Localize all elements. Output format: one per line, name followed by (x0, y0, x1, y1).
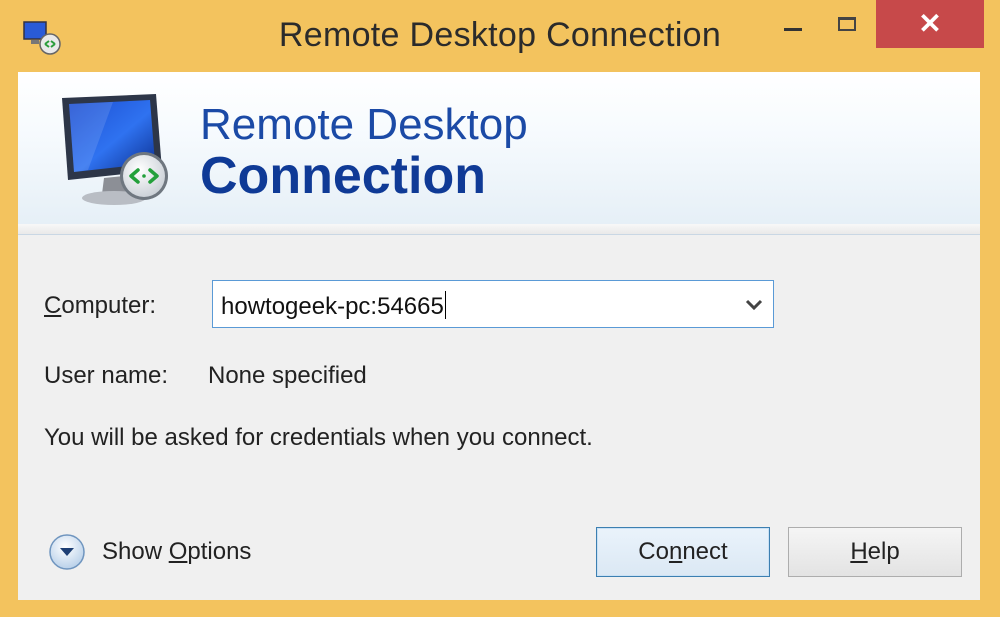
banner-title-line2: Connection (200, 147, 486, 205)
username-value: None specified (208, 362, 367, 389)
monitor-connection-icon (62, 94, 168, 205)
text-caret (444, 291, 446, 319)
header-banner: Remote Desktop Connection (18, 72, 980, 235)
connect-label-accel: n (668, 538, 683, 565)
title-bar[interactable]: Remote Desktop Connection ✕ (0, 0, 1000, 72)
close-button[interactable]: ✕ (876, 0, 984, 48)
rdc-window: Remote Desktop Connection ✕ Remote Deskt… (0, 0, 1000, 617)
close-icon: ✕ (918, 8, 942, 39)
show-options-label[interactable]: Show Options (102, 538, 251, 566)
computer-label: Computer: (44, 292, 156, 320)
help-label-rest: elp (867, 538, 900, 565)
maximize-icon (838, 17, 856, 31)
banner-title-line1: Remote Desktop (200, 100, 528, 149)
minimize-button[interactable] (768, 0, 818, 48)
connect-button[interactable]: Co n nect (596, 527, 770, 577)
help-label-accel: H (850, 538, 868, 565)
show-options-accel: O (168, 538, 188, 565)
computer-label-accel: C (44, 292, 62, 319)
show-options-rest: ptions (187, 538, 252, 565)
computer-label-rest: omputer: (61, 292, 157, 319)
banner-divider (18, 224, 980, 234)
chevron-down-icon[interactable] (743, 293, 765, 315)
connect-label-pre: Co (638, 538, 669, 565)
computer-input[interactable]: howtogeek-pc:54665 (221, 291, 446, 321)
connect-label-rest: nect (682, 538, 728, 565)
expand-circle-icon[interactable] (48, 533, 86, 571)
dialog-client-area: Remote Desktop Connection Computer: howt… (18, 72, 980, 600)
show-options-toggle[interactable]: Show Options (48, 530, 251, 574)
computer-combobox[interactable]: howtogeek-pc:54665 (212, 280, 774, 328)
credentials-info: You will be asked for credentials when y… (44, 424, 593, 451)
username-label: User name: (44, 362, 169, 389)
show-options-prefix: Show (102, 538, 169, 565)
minimize-icon (784, 27, 802, 31)
computer-input-text: howtogeek-pc:54665 (221, 293, 444, 320)
help-button[interactable]: Help (788, 527, 962, 577)
maximize-button[interactable] (822, 0, 872, 48)
